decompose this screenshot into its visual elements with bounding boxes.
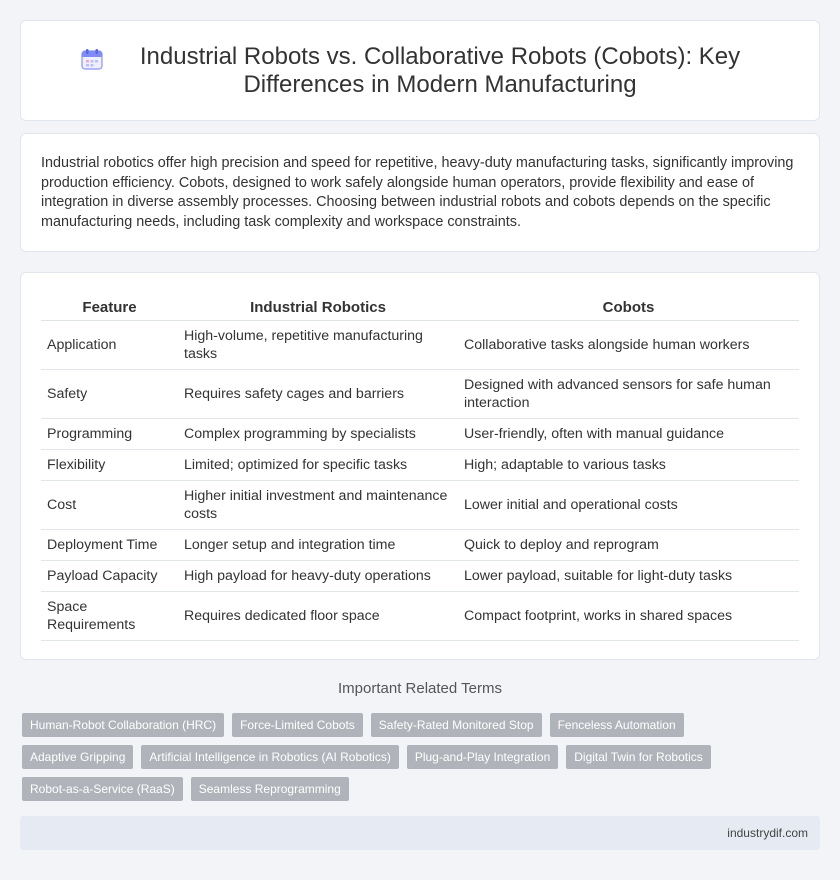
table-row: Payload Capacity High payload for heavy-… — [41, 560, 799, 592]
cell-cobots: Lower payload, suitable for light-duty t… — [458, 560, 799, 592]
tag-digital-twin[interactable]: Digital Twin for Robotics — [566, 745, 711, 769]
comparison-card: Feature Industrial Robotics Cobots Appli… — [20, 272, 820, 660]
table-row: Safety Requires safety cages and barrier… — [41, 369, 799, 419]
footer-site-link[interactable]: industrydif.com — [727, 826, 808, 840]
header-cobots: Cobots — [458, 293, 799, 321]
cell-industrial: Longer setup and integration time — [178, 529, 458, 561]
tag-seamless-reprogramming[interactable]: Seamless Reprogramming — [190, 777, 349, 801]
cell-industrial: High-volume, repetitive manufacturing ta… — [178, 320, 458, 370]
cell-cobots: Designed with advanced sensors for safe … — [458, 369, 799, 419]
cell-cobots: High; adaptable to various tasks — [458, 449, 799, 481]
cell-cobots: Quick to deploy and reprogram — [458, 529, 799, 561]
comparison-table: Feature Industrial Robotics Cobots Appli… — [41, 293, 799, 641]
table-row: Programming Complex programming by speci… — [41, 418, 799, 450]
cell-feature: Safety — [41, 369, 178, 419]
cell-feature: Payload Capacity — [41, 560, 178, 592]
cell-industrial: Complex programming by specialists — [178, 418, 458, 450]
table-row: Flexibility Limited; optimized for speci… — [41, 449, 799, 481]
table-row: Application High-volume, repetitive manu… — [41, 320, 799, 370]
tag-adaptive-gripping[interactable]: Adaptive Gripping — [22, 745, 134, 769]
tag-safety-rated-monitored-stop[interactable]: Safety-Rated Monitored Stop — [370, 713, 542, 737]
cell-feature: Space Requirements — [41, 591, 178, 641]
tag-fenceless-automation[interactable]: Fenceless Automation — [549, 713, 684, 737]
tag-raas[interactable]: Robot-as-a-Service (RaaS) — [22, 777, 183, 801]
cell-industrial: High payload for heavy-duty operations — [178, 560, 458, 592]
cell-cobots: Compact footprint, works in shared space… — [458, 591, 799, 641]
title-card: Industrial Robots vs. Collaborative Robo… — [20, 20, 820, 121]
header-industrial: Industrial Robotics — [178, 293, 458, 321]
cell-feature: Deployment Time — [41, 529, 178, 561]
page-title: Industrial Robots vs. Collaborative Robo… — [139, 42, 741, 98]
footer: industrydif.com — [20, 816, 820, 850]
related-terms-tags: Human-Robot Collaboration (HRC) Force-Li… — [22, 713, 802, 801]
cell-industrial: Requires dedicated floor space — [178, 591, 458, 641]
cell-cobots: Lower initial and operational costs — [458, 480, 799, 530]
cell-cobots: Collaborative tasks alongside human work… — [458, 320, 799, 370]
tag-force-limited-cobots[interactable]: Force-Limited Cobots — [232, 713, 363, 737]
cell-feature: Application — [41, 320, 178, 370]
related-terms-title: Important Related Terms — [338, 680, 502, 697]
calendar-icon — [81, 48, 103, 70]
title-wrap: Industrial Robots vs. Collaborative Robo… — [70, 43, 770, 99]
tag-hrc[interactable]: Human-Robot Collaboration (HRC) — [22, 713, 225, 737]
tag-plug-and-play-integration[interactable]: Plug-and-Play Integration — [406, 745, 559, 769]
cell-industrial: Higher initial investment and maintenanc… — [178, 480, 458, 530]
summary-card: Industrial robotics offer high precision… — [20, 133, 820, 252]
summary-text: Industrial robotics offer high precision… — [41, 155, 794, 230]
table-row: Deployment Time Longer setup and integra… — [41, 529, 799, 561]
cell-industrial: Limited; optimized for specific tasks — [178, 449, 458, 481]
table-row: Cost Higher initial investment and maint… — [41, 480, 799, 530]
header-feature: Feature — [41, 293, 178, 321]
table-header-row: Feature Industrial Robotics Cobots — [41, 293, 799, 321]
tag-ai-robotics[interactable]: Artificial Intelligence in Robotics (AI … — [141, 745, 399, 769]
cell-feature: Cost — [41, 480, 178, 530]
cell-feature: Programming — [41, 418, 178, 450]
table-row: Space Requirements Requires dedicated fl… — [41, 591, 799, 641]
cell-industrial: Requires safety cages and barriers — [178, 369, 458, 419]
cell-cobots: User-friendly, often with manual guidanc… — [458, 418, 799, 450]
cell-feature: Flexibility — [41, 449, 178, 481]
